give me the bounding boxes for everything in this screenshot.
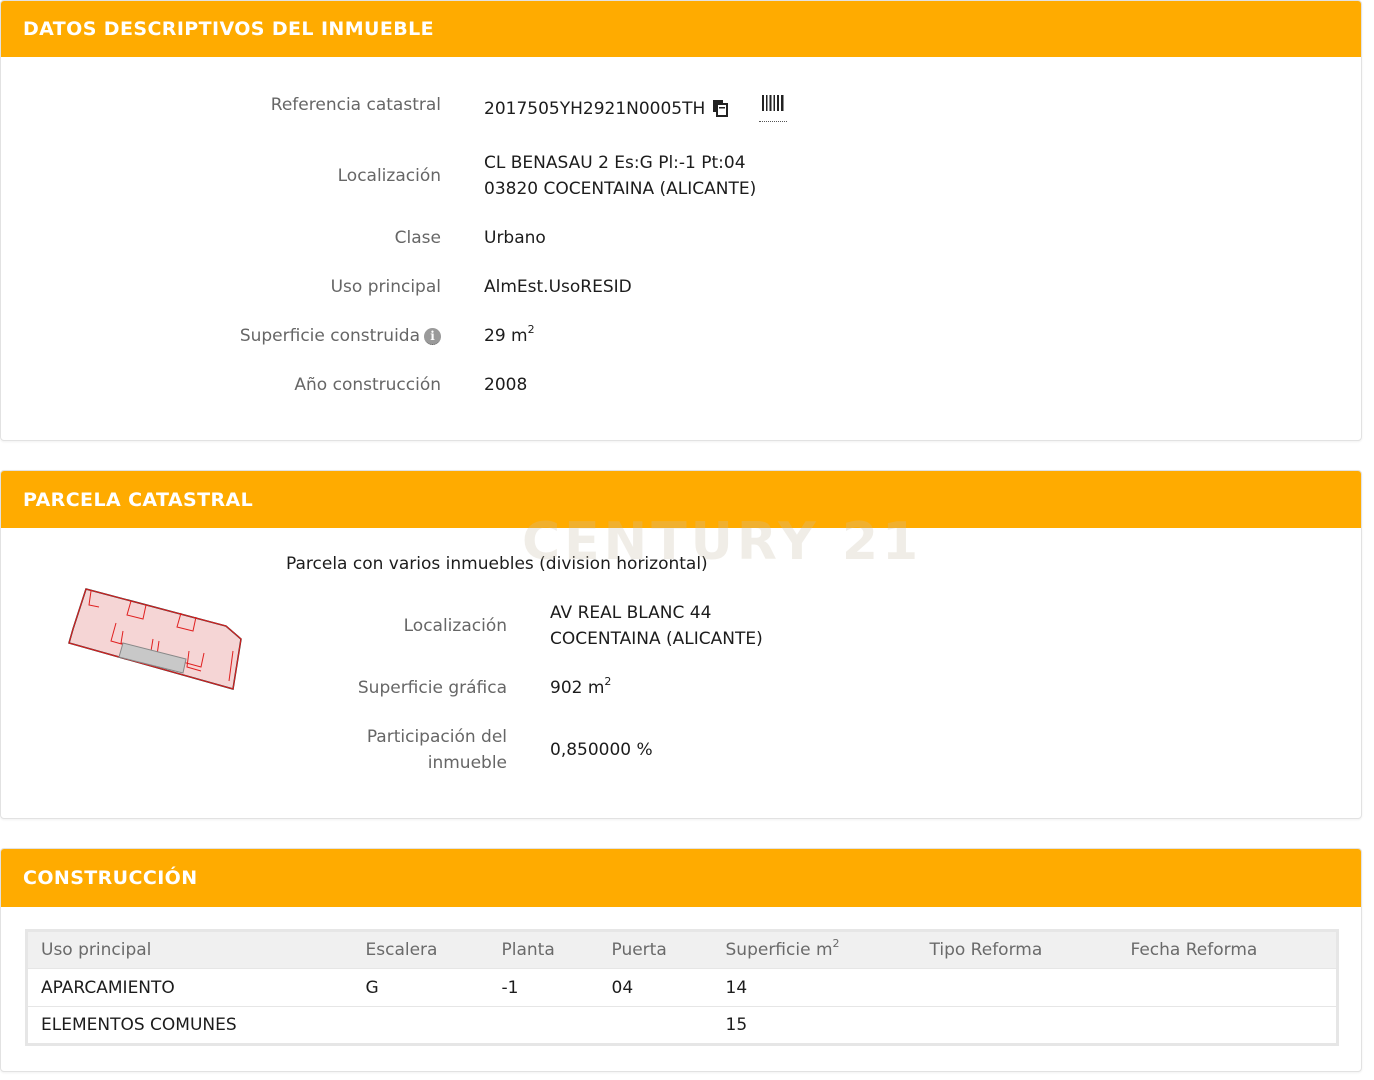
col-header-superficie: Superficie m2 xyxy=(712,930,917,969)
cell-superficie: 15 xyxy=(712,1006,917,1045)
col-header-escalera: Escalera xyxy=(352,930,489,969)
parcela-localizacion-line1: AV REAL BLANC 44 xyxy=(550,603,712,623)
localizacion-label: Localización xyxy=(337,166,441,186)
col-header-planta: Planta xyxy=(488,930,599,969)
superficie-grafica-label: Superficie gráfica xyxy=(357,678,507,698)
cell-escalera: G xyxy=(352,968,489,1007)
ano-construccion-label: Año construcción xyxy=(294,375,441,395)
col-header-fecha-reforma: Fecha Reforma xyxy=(1117,930,1338,969)
cell-puerta xyxy=(598,1006,713,1045)
clase-value: Urbano xyxy=(484,228,546,248)
ref-catastral-text[interactable]: 2017505YH2921N0005TH xyxy=(484,99,705,119)
superficie-exponent: 2 xyxy=(527,323,535,336)
panel-title: DATOS DESCRIPTIVOS DEL INMUEBLE xyxy=(23,18,434,40)
col-header-superficie-text: Superficie m xyxy=(725,940,833,960)
panel-construccion: CONSTRUCCIÓN Uso principal Escalera Plan… xyxy=(0,848,1362,1072)
cell-tipo-reforma xyxy=(916,968,1118,1007)
panel-datos-inmueble: DATOS DESCRIPTIVOS DEL INMUEBLE Referenc… xyxy=(0,0,1362,441)
cell-planta xyxy=(488,1006,599,1045)
panel-header-inmueble: DATOS DESCRIPTIVOS DEL INMUEBLE xyxy=(1,1,1361,57)
uso-principal-label: Uso principal xyxy=(330,277,441,297)
cell-tipo-reforma xyxy=(916,1006,1118,1045)
copy-icon[interactable] xyxy=(711,99,729,125)
panel-header-construccion: CONSTRUCCIÓN xyxy=(1,849,1361,907)
col-header-uso: Uso principal xyxy=(26,930,353,969)
info-icon[interactable]: i xyxy=(424,328,441,345)
panel-title: CONSTRUCCIÓN xyxy=(23,867,198,889)
col-header-superficie-exp: 2 xyxy=(832,937,840,950)
cell-superficie: 14 xyxy=(712,968,917,1007)
cell-fecha-reforma xyxy=(1117,968,1338,1007)
superficie-grafica-value: 902 m2 xyxy=(550,675,611,701)
cell-fecha-reforma xyxy=(1117,1006,1338,1045)
parcela-localizacion-line2: COCENTAINA (ALICANTE) xyxy=(550,629,763,649)
col-header-puerta: Puerta xyxy=(598,930,713,969)
superficie-grafica-number: 902 m xyxy=(550,678,605,698)
superficie-construida-number: 29 m xyxy=(484,326,528,346)
superficie-construida-label: Superficie construida i xyxy=(1,323,441,349)
ano-construccion-value: 2008 xyxy=(484,375,528,395)
cell-puerta: 04 xyxy=(598,968,713,1007)
participacion-label-line1: Participación del xyxy=(366,727,507,747)
table-row: ELEMENTOS COMUNES 15 xyxy=(26,1006,1338,1045)
barcode-icon[interactable] xyxy=(759,95,787,122)
superficie-construida-text: Superficie construida xyxy=(239,326,420,346)
uso-principal-value: AlmEst.UsoRESID xyxy=(484,277,632,297)
col-header-tipo-reforma: Tipo Reforma xyxy=(916,930,1118,969)
ref-catastral-label: Referencia catastral xyxy=(270,95,441,115)
participacion-value: 0,850000 % xyxy=(550,740,653,760)
cell-uso: ELEMENTOS COMUNES xyxy=(26,1006,353,1045)
participacion-label-line2: inmueble xyxy=(427,753,507,773)
superficie-construida-value: 29 m2 xyxy=(484,323,535,349)
localizacion-line1: CL BENASAU 2 Es:G Pl:-1 Pt:04 xyxy=(484,153,746,173)
ref-catastral-value: 2017505YH2921N0005TH xyxy=(484,96,729,125)
construccion-table: Uso principal Escalera Planta Puerta Sup… xyxy=(25,929,1339,1046)
cell-planta: -1 xyxy=(488,968,599,1007)
table-row: APARCAMIENTO G -1 04 14 xyxy=(26,968,1338,1007)
table-header-row: Uso principal Escalera Planta Puerta Sup… xyxy=(26,930,1338,969)
panel-title: PARCELA CATASTRAL xyxy=(23,488,254,511)
parcela-localizacion-label: Localización xyxy=(403,616,507,636)
cell-escalera xyxy=(352,1006,489,1045)
superficie-grafica-exponent: 2 xyxy=(604,675,612,688)
cell-uso: APARCAMIENTO xyxy=(26,968,353,1007)
century21-watermark: CENTURY 21 xyxy=(522,512,923,572)
clase-label: Clase xyxy=(394,228,441,248)
parcel-map-thumbnail[interactable] xyxy=(61,581,251,701)
localizacion-line2: 03820 COCENTAINA (ALICANTE) xyxy=(484,179,757,199)
